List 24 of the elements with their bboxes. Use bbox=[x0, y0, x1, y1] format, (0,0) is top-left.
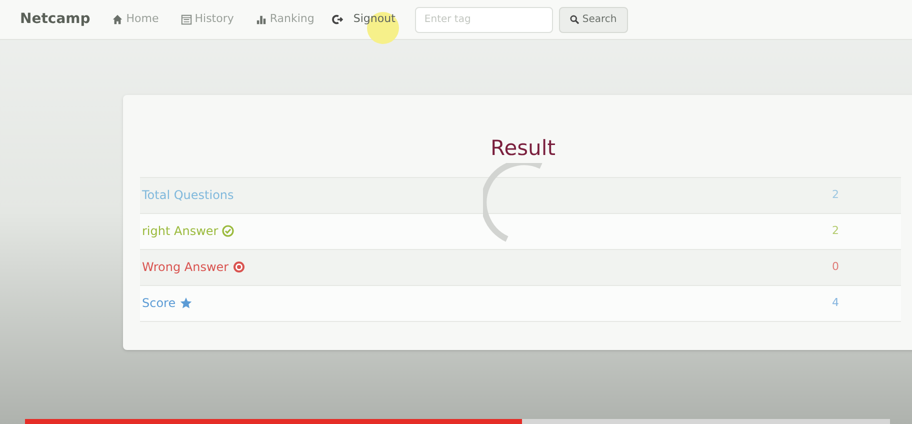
search-button[interactable]: Search bbox=[559, 6, 628, 32]
bar-chart-icon bbox=[256, 14, 267, 25]
nav-link[interactable]: History bbox=[180, 11, 234, 28]
star-icon bbox=[180, 297, 192, 309]
nav-link[interactable]: Ranking bbox=[256, 11, 314, 28]
row-value: 2 bbox=[832, 186, 839, 203]
row-value: 4 bbox=[832, 294, 839, 311]
row-label: right Answer bbox=[142, 223, 218, 240]
search-field[interactable]: Enter tag bbox=[415, 6, 554, 32]
row-label: Wrong Answer bbox=[142, 259, 229, 276]
nav-link[interactable]: Home bbox=[112, 11, 159, 28]
result-title: Result bbox=[490, 135, 556, 162]
calendar-icon bbox=[180, 14, 192, 25]
check-circle-icon bbox=[222, 225, 234, 237]
search-icon bbox=[570, 15, 580, 24]
brand-logo[interactable]: Netcamp bbox=[20, 9, 90, 30]
row-label: Total Questions bbox=[142, 187, 234, 204]
row-value: 2 bbox=[832, 222, 839, 239]
loading-spinner-icon bbox=[483, 163, 543, 243]
close-circle-icon bbox=[232, 261, 245, 273]
row-label: Score bbox=[142, 295, 176, 312]
house-icon bbox=[112, 14, 124, 25]
row-value: 0 bbox=[832, 258, 839, 275]
sign-out-icon bbox=[332, 14, 344, 25]
